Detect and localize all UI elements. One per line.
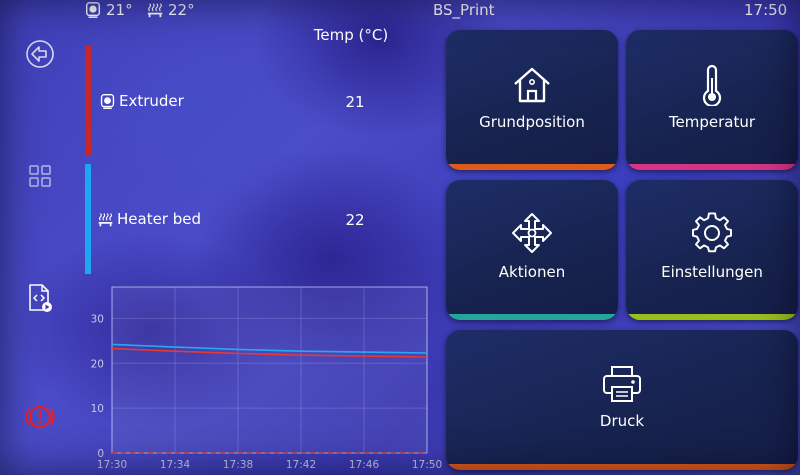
heater-row-bed[interactable]: Heater bed 22 (85, 164, 415, 274)
chart-x-tick-label: 17:42 (286, 459, 316, 471)
heater-bed-icon (147, 3, 163, 18)
emergency-stop-icon (25, 405, 55, 429)
chart-y-tick-label: 0 (97, 448, 104, 460)
tile-home-button[interactable]: Grundposition (446, 30, 618, 170)
printer-name-text: BS_Print (433, 1, 495, 19)
thermometer-icon (702, 64, 722, 106)
chart-x-tick-label: 17:38 (223, 459, 253, 471)
heater-color-bar (85, 46, 91, 156)
tile-print-button[interactable]: Druck (446, 330, 798, 470)
chart-x-tick-label: 17:30 (97, 459, 127, 471)
heater-name-text: Heater bed (117, 210, 202, 228)
chart-y-tick-label: 30 (91, 313, 104, 325)
heater-name: Heater bed (97, 210, 201, 228)
home-icon (514, 67, 550, 103)
tile-label: Druck (599, 412, 645, 430)
heater-color-bar (85, 164, 91, 274)
chart-plot-area (111, 286, 428, 454)
move-arrows-icon (512, 213, 552, 253)
tile-label: Aktionen (498, 263, 566, 281)
heater-value: 22 (345, 211, 365, 229)
temp-column-header: Temp (°C) (313, 26, 389, 44)
extruder-icon (100, 93, 115, 109)
tile-accent (626, 164, 798, 170)
print-files-button[interactable] (22, 280, 58, 316)
back-arrow-icon (26, 40, 54, 68)
tile-accent (446, 464, 798, 470)
status-bed-temp: 22° (168, 1, 195, 19)
tile-label: Temperatur (668, 113, 756, 131)
status-extruder: 21° (84, 1, 133, 19)
grid-icon (29, 165, 51, 187)
extruder-icon (85, 2, 101, 18)
temperature-chart: 17:30 17:34 17:38 17:42 17:46 17:50 0 10 20 30 (91, 286, 442, 471)
heater-value: 21 (345, 93, 365, 111)
tile-accent (446, 164, 618, 170)
status-extruder-temp: 21° (106, 1, 133, 19)
status-bed: 22° (146, 1, 195, 19)
overview-button[interactable] (22, 158, 58, 194)
chart-y-tick-label: 20 (91, 358, 104, 370)
chart-x-tick-label: 17:34 (160, 459, 191, 471)
tile-accent (446, 314, 618, 320)
emergency-stop-button[interactable] (22, 399, 58, 435)
tile-temperature-button[interactable]: Temperatur (626, 30, 798, 170)
tile-label: Grundposition (479, 113, 585, 131)
tile-label: Einstellungen (661, 263, 763, 281)
clock: 17:50 (744, 1, 787, 19)
chart-x-tick-label: 17:50 (412, 459, 442, 471)
status-bar: 21° 22° BS_Print 17:50 (0, 0, 800, 22)
chart-x-tick-label: 17:46 (349, 459, 380, 471)
printer-name: BS_Print (433, 1, 495, 19)
heater-name: Extruder (99, 92, 184, 110)
heater-bed-icon (98, 212, 113, 226)
clock-text: 17:50 (744, 1, 788, 19)
heater-name-text: Extruder (119, 92, 184, 110)
tile-accent (626, 314, 798, 320)
printer-icon (603, 366, 641, 402)
tile-actions-button[interactable]: Aktionen (446, 180, 618, 320)
chart-y-tick-label: 10 (91, 403, 104, 415)
tile-settings-button[interactable]: Einstellungen (626, 180, 798, 320)
gear-icon (692, 212, 732, 253)
code-file-icon (29, 284, 52, 312)
back-button[interactable] (22, 36, 58, 72)
heater-row-extruder[interactable]: Extruder 21 (85, 46, 415, 156)
